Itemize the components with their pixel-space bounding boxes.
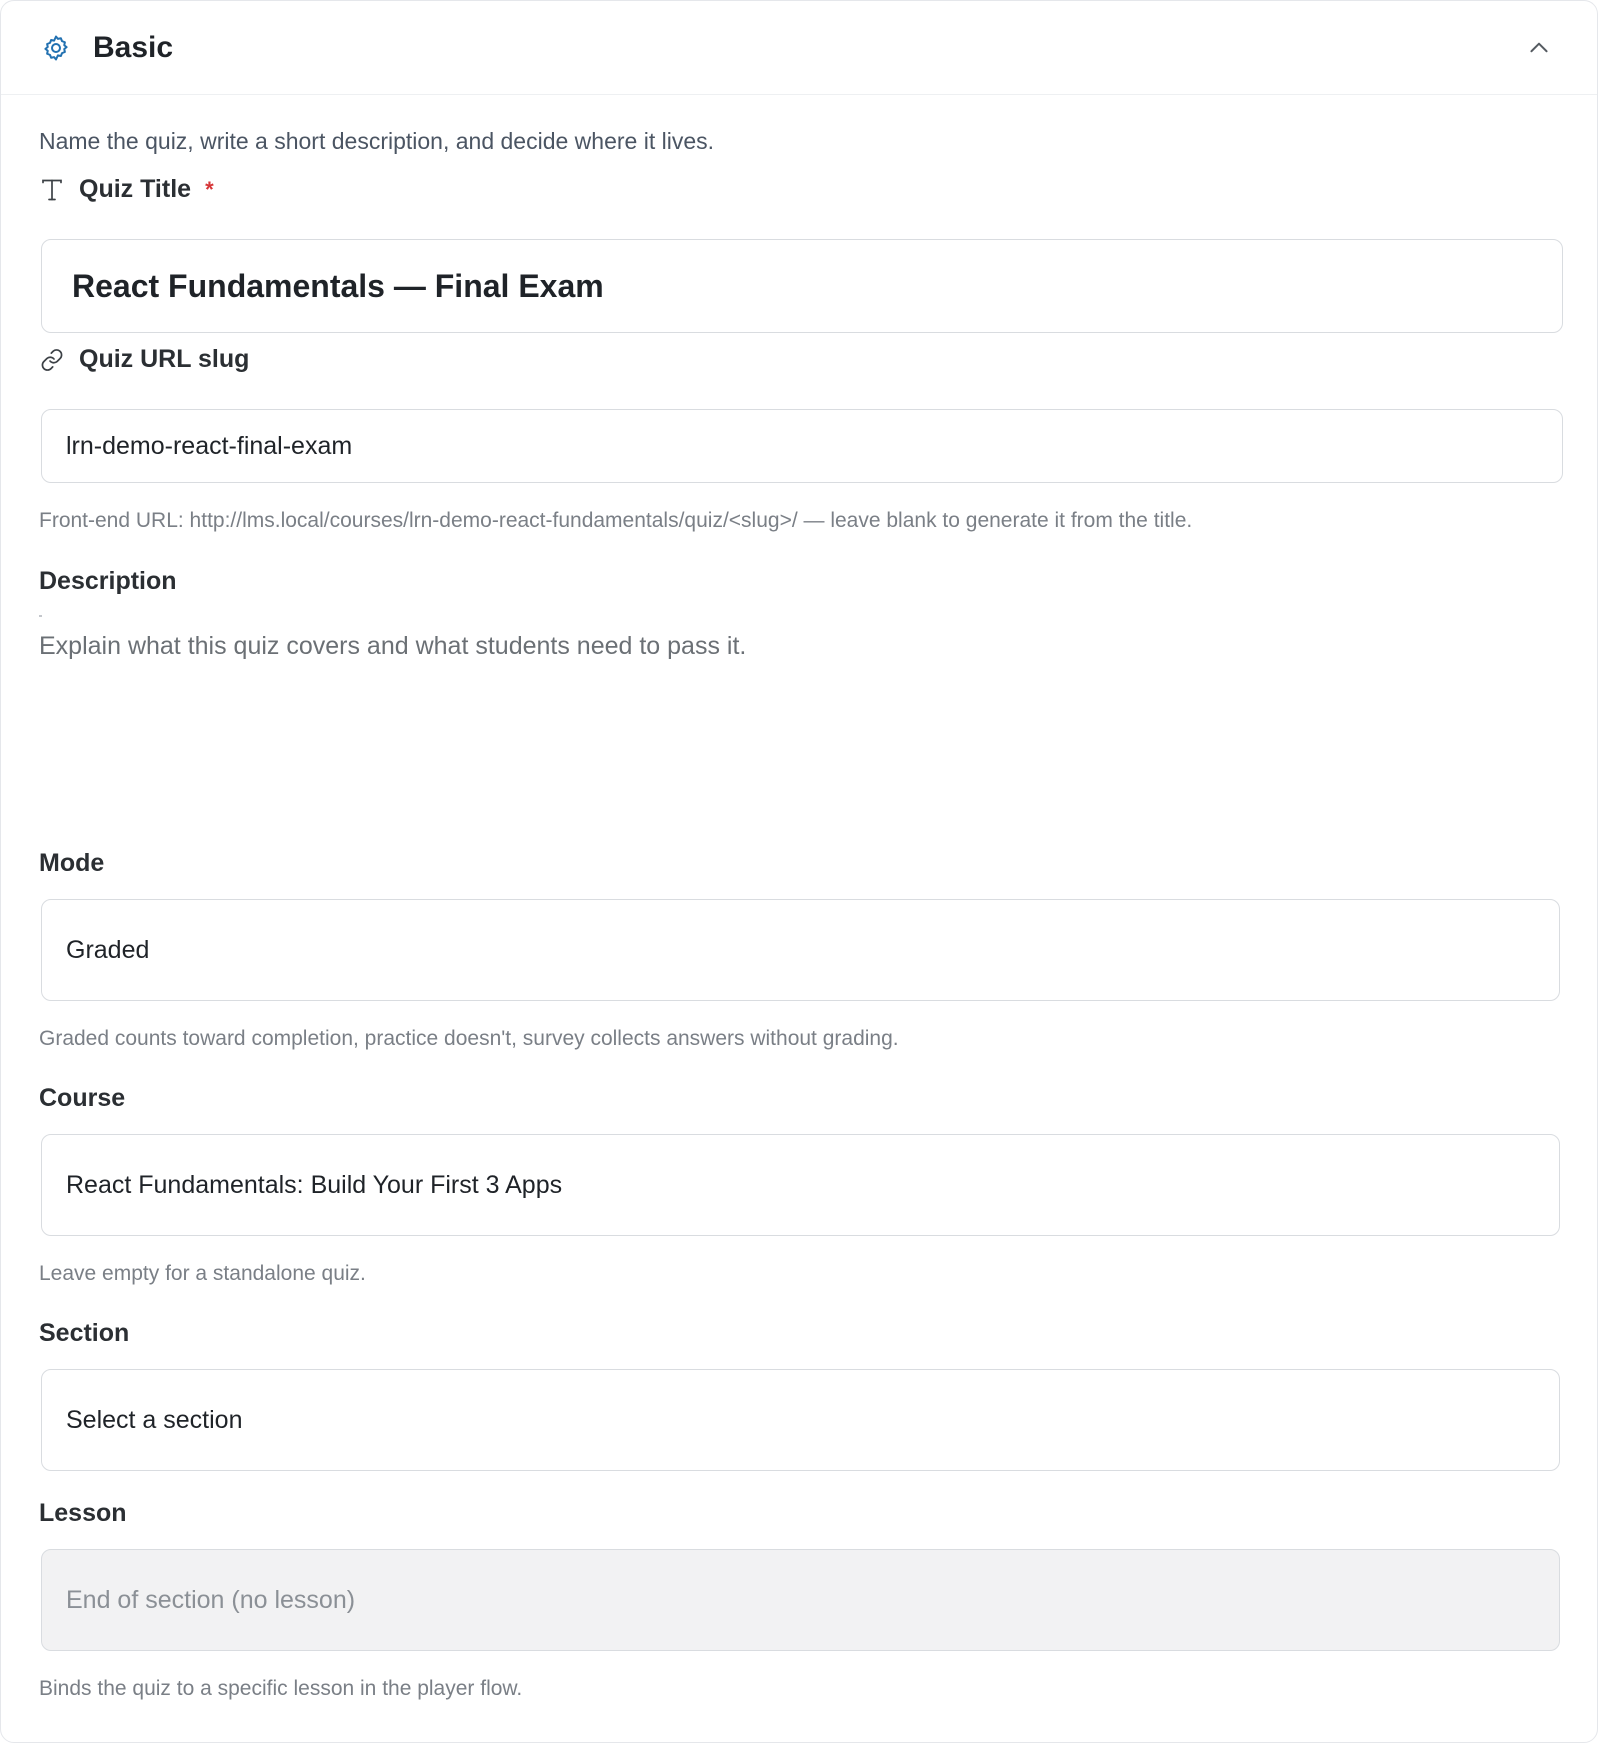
course-help-text: Leave empty for a standalone quiz. (39, 1262, 366, 1285)
slug-help-text: Front-end URL: http://lms.local/courses/… (39, 509, 1193, 532)
mode-label: Mode (39, 849, 105, 877)
description-label: Description (39, 567, 177, 595)
chevron-up-icon[interactable] (1519, 28, 1559, 68)
quiz-slug-label: Quiz URL slug (39, 345, 249, 374)
mode-help-text: Graded counts toward completion, practic… (39, 1027, 899, 1050)
text-type-icon (39, 177, 65, 203)
gear-icon (39, 31, 73, 65)
quiz-title-input[interactable] (41, 239, 1563, 333)
mode-select[interactable]: Graded (41, 899, 1560, 1001)
panel-intro: Name the quiz, write a short description… (39, 128, 714, 154)
course-label: Course (39, 1084, 126, 1112)
course-select[interactable]: React Fundamentals: Build Your First 3 A… (41, 1134, 1560, 1236)
lesson-select-disabled: End of section (no lesson) (41, 1549, 1560, 1651)
course-select-value: React Fundamentals: Build Your First 3 A… (66, 1170, 563, 1199)
quiz-title-label: Quiz Title * (39, 175, 214, 204)
section-select[interactable]: Select a section (41, 1369, 1560, 1471)
description-editor[interactable]: Explain what this quiz covers and what s… (39, 632, 1561, 852)
required-marker: * (205, 176, 214, 202)
section-label: Section (39, 1319, 130, 1347)
lesson-label: Lesson (39, 1499, 127, 1527)
link-icon (39, 347, 65, 373)
basic-settings-panel: Basic Name the quiz, write a short descr… (0, 0, 1598, 1743)
quiz-slug-label-text: Quiz URL slug (79, 345, 250, 373)
panel-title: Basic (93, 30, 174, 64)
mode-select-value: Graded (66, 935, 150, 964)
panel-header[interactable]: Basic (1, 1, 1597, 95)
quiz-slug-input[interactable] (41, 409, 1563, 483)
lesson-select-value: End of section (no lesson) (66, 1585, 356, 1614)
quiz-title-label-text: Quiz Title (79, 175, 192, 203)
editor-toolbar-remnant (39, 615, 42, 617)
lesson-help-text: Binds the quiz to a specific lesson in t… (39, 1677, 523, 1700)
section-select-value: Select a section (66, 1405, 243, 1434)
